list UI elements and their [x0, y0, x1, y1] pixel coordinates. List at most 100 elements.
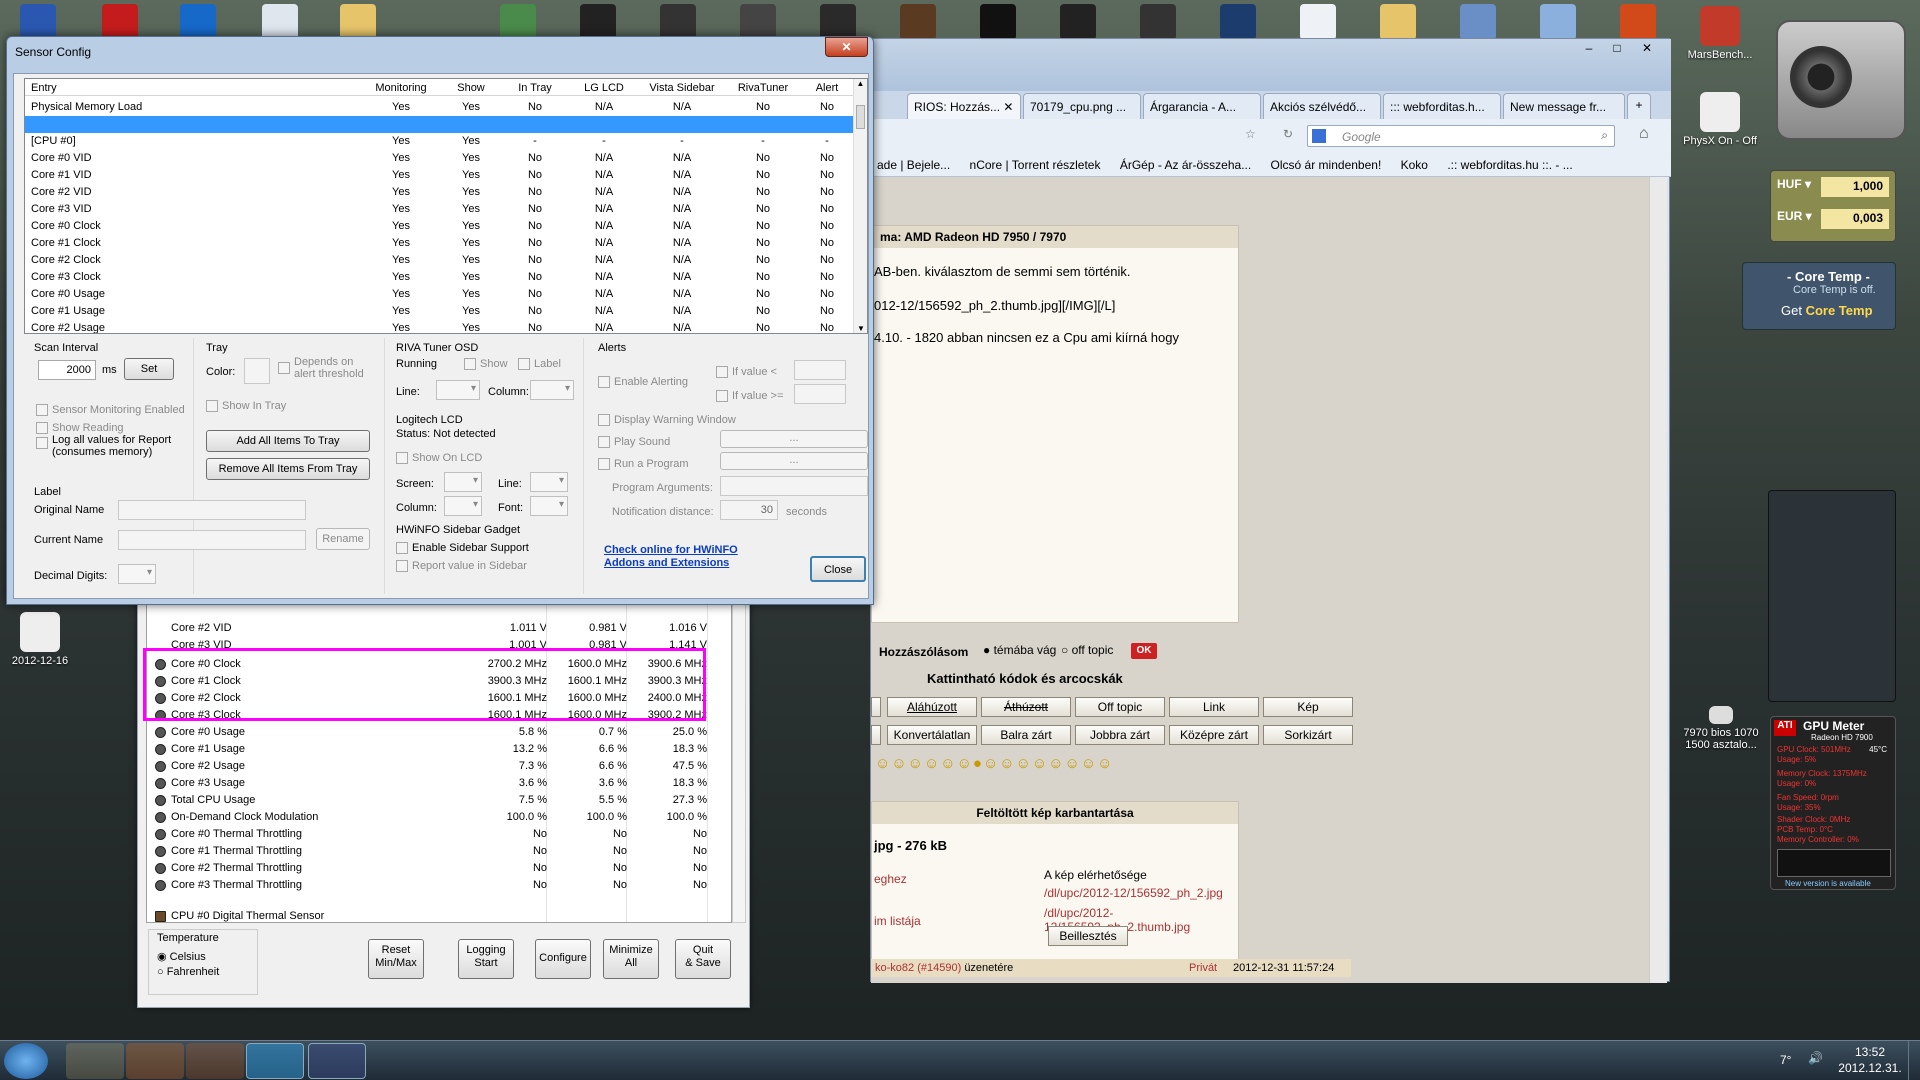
game-icon-6[interactable] — [900, 4, 936, 40]
pdf-icon[interactable] — [102, 4, 138, 40]
sensor-row[interactable]: Core #2 Thermal Throttling No No No — [147, 860, 731, 877]
app-launcher-gadget[interactable] — [1768, 490, 1896, 702]
3dmark-icon[interactable] — [1060, 4, 1096, 40]
tab-webforditas[interactable]: ::: webforditas.h... — [1383, 93, 1501, 119]
enable-alerting-checkbox[interactable] — [598, 376, 610, 388]
minimize-all-button[interactable]: Minimize All — [603, 939, 659, 979]
tab-rios[interactable]: RIOS: Hozzás... ✕ — [907, 93, 1021, 119]
taskbar-skype[interactable] — [246, 1043, 304, 1079]
sensor-section-dts[interactable]: CPU #0 Digital Thermal Sensor — [147, 908, 731, 922]
current-name-field[interactable] — [118, 530, 306, 550]
reset-minmax-button[interactable]: Reset Min/Max — [368, 939, 424, 979]
start-button[interactable] — [4, 1043, 48, 1079]
taskbar-explorer[interactable] — [66, 1043, 124, 1079]
format-btn-link[interactable]: Link — [1169, 697, 1259, 717]
grid-row[interactable]: Core #2 VID Yes Yes No N/A N/A No No — [25, 184, 853, 201]
grid-row-selected[interactable] — [25, 116, 853, 133]
bookmark-3[interactable]: Olcsó ár mindenben! — [1271, 158, 1382, 172]
col-vista-sidebar[interactable]: Vista Sidebar — [639, 82, 725, 94]
game-icon-4[interactable] — [740, 4, 776, 40]
clock-time[interactable]: 13:52 — [1842, 1045, 1898, 1059]
format-btn-strike[interactable]: Áthúzott — [981, 697, 1071, 717]
decimal-digits-select[interactable] — [118, 564, 156, 584]
format-btn-raw[interactable]: Konvertálatlan — [887, 725, 977, 745]
format-btn-bold[interactable] — [871, 697, 881, 717]
sensor-config-grid[interactable]: Entry Monitoring Show In Tray LG LCD Vis… — [24, 78, 868, 334]
if-value-ge-checkbox[interactable] — [716, 390, 728, 402]
format-btn-left[interactable]: Balra zárt — [981, 725, 1071, 745]
show-on-lcd-checkbox[interactable] — [396, 452, 408, 464]
smiley-row[interactable]: ☺☺☺☺☺☺●☺☺☺☺☺☺☺☺ — [875, 755, 1285, 775]
search-box[interactable]: Google ⌕ — [1307, 125, 1615, 147]
grid-row[interactable]: Core #0 VID Yes Yes No N/A N/A No No — [25, 150, 853, 167]
bookmark-star-icon[interactable]: ☆ — [1245, 127, 1256, 141]
sensor-monitoring-checkbox[interactable] — [36, 404, 48, 416]
scan-interval-input[interactable]: 2000 — [38, 360, 96, 380]
riva-label-checkbox[interactable] — [518, 358, 530, 370]
coretemp-cta[interactable]: Get Core Temp — [1781, 303, 1873, 318]
file-icon[interactable] — [1300, 4, 1336, 40]
taskbar-app-orange[interactable] — [186, 1043, 244, 1079]
grid-row[interactable]: Core #1 Usage Yes Yes No N/A N/A No No — [25, 303, 853, 320]
tab-argarancia[interactable]: Árgarancia - A... — [1143, 93, 1261, 119]
tab-akcios[interactable]: Akciós szélvédő... — [1263, 93, 1381, 119]
game-icon-8[interactable] — [1140, 4, 1176, 40]
radio-on-topic[interactable]: ● témába vág — [983, 643, 1056, 657]
game-icon-2[interactable] — [580, 4, 616, 40]
close-window-button[interactable]: ✕ — [1635, 41, 1659, 57]
bookmark-4[interactable]: Koko — [1401, 158, 1428, 172]
report-sidebar-checkbox[interactable] — [396, 560, 408, 572]
desktop-icon-physx[interactable]: PhysX On - Off — [1680, 92, 1760, 147]
folder-icon-2[interactable] — [1380, 4, 1416, 40]
globe-icon[interactable] — [1220, 4, 1256, 40]
scroll-thumb[interactable] — [856, 105, 865, 129]
taskbar-firefox[interactable] — [126, 1043, 184, 1079]
format-btn-blank[interactable] — [871, 725, 881, 745]
bookmark-2[interactable]: ÁrGép - Az ár-összeha... — [1120, 158, 1251, 172]
insert-button[interactable]: Beillesztés — [1048, 926, 1128, 946]
show-in-tray-checkbox[interactable] — [206, 400, 218, 412]
home-icon[interactable]: ⌂ — [1639, 125, 1649, 143]
footer-private[interactable]: Privát — [1189, 962, 1217, 974]
dialog-close-button[interactable]: ✕ — [825, 37, 868, 57]
currency-gadget[interactable]: HUF ▾ 1,000 EUR ▾ 0,003 — [1770, 170, 1896, 242]
riva-column-select[interactable] — [530, 380, 574, 400]
flame-icon[interactable] — [1620, 4, 1656, 40]
lcd-column-select[interactable] — [444, 496, 482, 516]
browser-scrollbar[interactable] — [1649, 177, 1667, 983]
lcd-screen-select[interactable] — [444, 472, 482, 492]
search-icon[interactable]: ⌕ — [1601, 128, 1608, 143]
format-btn-right[interactable]: Jobbra zárt — [1075, 725, 1165, 745]
if-value-lt-input[interactable] — [794, 360, 846, 380]
rename-button[interactable]: Rename — [316, 528, 370, 550]
maximize-button[interactable]: □ — [1605, 41, 1629, 57]
grid-row[interactable]: Core #3 Clock Yes Yes No N/A N/A No No — [25, 269, 853, 286]
volume-icon[interactable]: 🔊 — [1808, 1051, 1823, 1065]
sensor-list-scrollbar[interactable] — [732, 601, 746, 923]
sensor-row[interactable]: On-Demand Clock Modulation 100.0 % 100.0 %… — [147, 809, 731, 826]
col-rivatuner[interactable]: RivaTuner — [725, 82, 801, 94]
display-warning-checkbox[interactable] — [598, 414, 610, 426]
format-btn-offtopic[interactable]: Off topic — [1075, 697, 1165, 717]
desktop-icon-marsbench[interactable]: MarsBench... — [1680, 6, 1760, 61]
if-value-ge-input[interactable] — [794, 384, 846, 404]
col-show[interactable]: Show — [441, 82, 501, 94]
format-btn-justify[interactable]: Sorkizárt — [1263, 725, 1353, 745]
shortcut-icon-2[interactable] — [1540, 4, 1576, 40]
teamviewer-icon[interactable] — [180, 4, 216, 40]
format-btn-image[interactable]: Kép — [1263, 697, 1353, 717]
game-icon-5[interactable] — [820, 4, 856, 40]
sensor-row[interactable]: Total CPU Usage 7.5 % 5.5 % 27.3 % — [147, 792, 731, 809]
riva-line-select[interactable] — [436, 380, 480, 400]
grid-row[interactable]: Core #3 VID Yes Yes No N/A N/A No No — [25, 201, 853, 218]
show-reading-checkbox[interactable] — [36, 422, 48, 434]
grid-row[interactable]: Core #0 Usage Yes Yes No N/A N/A No No — [25, 286, 853, 303]
radio-gadget[interactable] — [1776, 20, 1906, 140]
program-args-input[interactable] — [720, 476, 868, 496]
show-desktop-button[interactable] — [1908, 1041, 1920, 1080]
check-online-link[interactable]: Check online for HWiNFO Addons and Exten… — [604, 544, 738, 570]
bookmark-0[interactable]: ade | Bejele... — [877, 158, 950, 172]
game-icon-7[interactable] — [980, 4, 1016, 40]
grid-row[interactable]: Core #1 Clock Yes Yes No N/A N/A No No — [25, 235, 853, 252]
grid-row[interactable]: Core #1 VID Yes Yes No N/A N/A No No — [25, 167, 853, 184]
